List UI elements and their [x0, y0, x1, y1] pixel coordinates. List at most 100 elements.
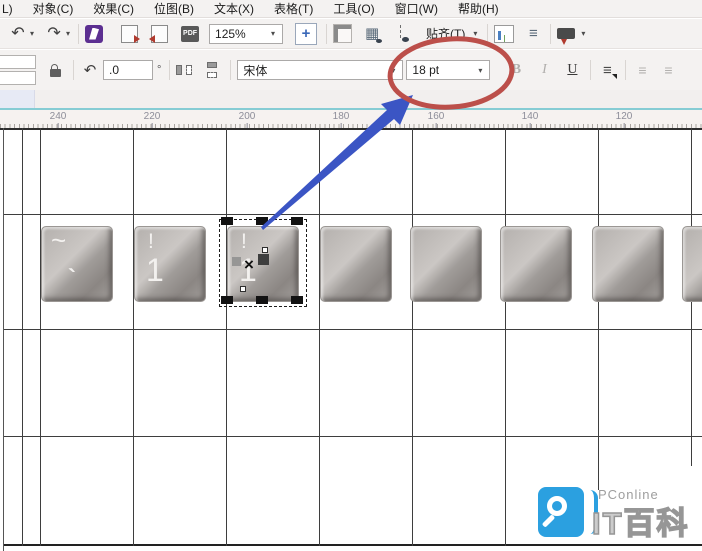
toolbar-separator [487, 23, 489, 44]
ruler-corner [0, 90, 35, 108]
selection-node-dark[interactable] [258, 254, 269, 265]
grid-line-v [226, 128, 227, 546]
font-family-combo[interactable]: 宋体 ▾ [237, 60, 404, 80]
import-icon[interactable] [121, 24, 141, 43]
options-dialog-icon[interactable] [494, 24, 515, 43]
rotation-angle-field[interactable]: .0 [103, 60, 153, 80]
redo-icon[interactable]: ↷ [44, 24, 64, 44]
key-1[interactable]: ! 1 [134, 226, 206, 302]
pan-zoom-icon[interactable]: + [295, 22, 318, 45]
ruler-label: 140 [521, 111, 539, 129]
menu-item-tools[interactable]: 工具(O) [333, 0, 374, 17]
ruler-label: 200 [238, 111, 256, 129]
menu-item-window[interactable]: 窗口(W) [395, 0, 438, 17]
font-size-dropdown-icon[interactable]: ▾ [478, 66, 482, 75]
publish-pdf-icon[interactable]: PDF [181, 25, 200, 42]
snap-to-label: 贴齐(T) [426, 27, 466, 41]
font-family-value: 宋体 [243, 63, 268, 78]
selection-handle[interactable] [291, 217, 303, 225]
grid-line-v [40, 128, 41, 546]
key-blank[interactable] [320, 226, 392, 302]
ruler-label: 160 [427, 111, 445, 129]
grid-line-v [133, 128, 134, 546]
menu-item-layout-partial[interactable]: L) [2, 2, 13, 16]
key-glyph-bottom: ` [68, 265, 76, 292]
mirror-vertical-icon[interactable] [205, 62, 219, 78]
degree-symbol: ° [157, 64, 162, 76]
selection-handle[interactable] [221, 296, 233, 304]
grid-line-v [505, 128, 506, 546]
presenter-icon[interactable] [557, 28, 576, 45]
snap-to-button[interactable]: 贴齐(T) ▾ [426, 25, 479, 42]
bulleted-list-icon[interactable]: ≡ [632, 60, 652, 80]
font-family-dropdown-icon[interactable]: ▾ [391, 66, 395, 75]
menu-item-bitmaps[interactable]: 位图(B) [154, 0, 194, 17]
bold-button[interactable]: B [506, 62, 526, 78]
key-glyph-bottom: 1 [146, 252, 164, 288]
font-size-combo[interactable]: 18 pt ▾ [406, 60, 491, 80]
key-blank[interactable] [500, 226, 572, 302]
menu-item-object[interactable]: 对象(C) [33, 0, 74, 17]
drop-cap-icon[interactable]: ≡ [658, 60, 678, 80]
guidelines-visibility-icon[interactable] [391, 24, 411, 44]
zoom-level-combo[interactable]: 125% ▾ [209, 23, 284, 44]
app-launcher-icon[interactable] [85, 24, 104, 43]
undo-icon[interactable]: ↶ [8, 24, 28, 44]
key-tilde[interactable]: ~ ` [41, 226, 113, 302]
ruler-label: 180 [332, 111, 350, 129]
lock-ratio-icon[interactable] [50, 64, 61, 77]
standard-toolbar: ↶ ▾ ↷ ▾ PDF 125% ▾ + ▦ 贴齐(T) ▾ ≡ ▾ [0, 19, 702, 49]
propbar-separator [230, 60, 232, 80]
menu-item-text[interactable]: 文本(X) [214, 0, 254, 17]
grid-line-v [319, 128, 320, 546]
selection-handle[interactable] [221, 217, 233, 225]
key-glyph-top: ! [148, 230, 154, 253]
selection-handle[interactable] [256, 217, 268, 225]
object-width-field[interactable]: m [0, 55, 36, 69]
selection-handle[interactable] [256, 296, 268, 304]
ruler-label: 120 [615, 111, 633, 129]
selection-node[interactable] [240, 286, 246, 292]
snap-to-dropdown-icon[interactable]: ▾ [473, 29, 477, 38]
presenter-dropdown-icon[interactable]: ▾ [581, 29, 585, 38]
text-alignment-icon[interactable]: ≡ [597, 60, 618, 80]
horizontal-ruler[interactable]: 240 220 200 180 160 140 120 [0, 110, 702, 129]
propbar-separator [169, 60, 171, 80]
zoom-dropdown-icon[interactable]: ▾ [271, 29, 275, 38]
object-size-fields: m mm [0, 55, 36, 85]
selection-node[interactable] [262, 247, 268, 253]
grid-line-v [3, 128, 4, 551]
rulers-toggle-icon[interactable] [333, 24, 353, 43]
selection-fill-handle[interactable] [232, 257, 241, 266]
object-height-field[interactable]: mm [0, 71, 36, 85]
watermark: PConline IT百科 [538, 485, 702, 543]
menu-item-table[interactable]: 表格(T) [274, 0, 313, 17]
underline-button[interactable]: U [562, 62, 582, 78]
redo-dropdown-icon[interactable]: ▾ [66, 29, 70, 38]
propbar-separator [590, 60, 592, 80]
selection-handle[interactable] [291, 296, 303, 304]
undo-dropdown-icon[interactable]: ▾ [30, 29, 34, 38]
watermark-title: IT百科 [591, 505, 690, 542]
italic-button[interactable]: I [534, 62, 554, 78]
grid-visibility-icon[interactable]: ▦ [362, 24, 383, 44]
menu-bar: L) 对象(C) 效果(C) 位图(B) 文本(X) 表格(T) 工具(O) 窗… [0, 0, 702, 18]
menu-item-effects[interactable]: 效果(C) [93, 0, 134, 17]
key-blank[interactable] [410, 226, 482, 302]
workspace-band [0, 90, 702, 108]
rotate-icon[interactable]: ↶ [80, 60, 100, 80]
customize-icon[interactable]: ≡ [523, 24, 543, 44]
toolbar-separator [550, 23, 552, 44]
selection-center-x[interactable]: × [244, 256, 254, 273]
ruler-label: 240 [49, 111, 67, 129]
key-blank[interactable] [592, 226, 664, 302]
grid-line-v [412, 128, 413, 546]
propbar-separator [73, 60, 74, 80]
key-blank[interactable] [682, 226, 702, 302]
mirror-horizontal-icon[interactable] [176, 63, 193, 77]
grid-line-v [22, 128, 23, 546]
export-icon[interactable] [149, 24, 169, 43]
menu-item-help[interactable]: 帮助(H) [458, 0, 499, 17]
coreldraw-window: L) 对象(C) 效果(C) 位图(B) 文本(X) 表格(T) 工具(O) 窗… [0, 0, 702, 551]
pconline-logo-icon [538, 487, 584, 537]
